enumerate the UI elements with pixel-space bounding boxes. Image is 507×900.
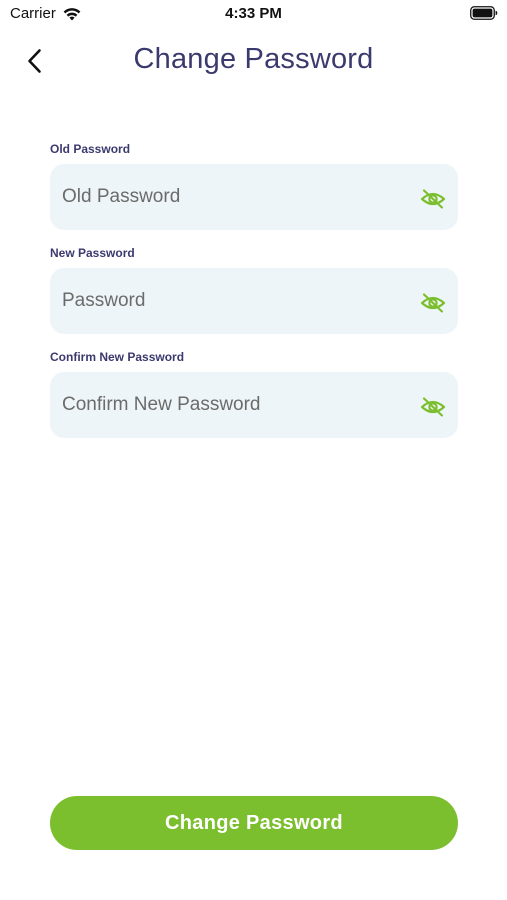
eye-off-icon[interactable]: [420, 396, 446, 418]
confirm-password-label: Confirm New Password: [50, 350, 185, 364]
new-password-group: New Password: [50, 246, 458, 334]
new-password-input[interactable]: [50, 268, 458, 334]
new-password-field-box: [50, 268, 458, 334]
old-password-input[interactable]: [50, 164, 458, 230]
change-password-form: Old Password New Password Confirm New Pa…: [50, 142, 458, 454]
new-password-label: New Password: [50, 246, 135, 260]
confirm-password-group: Confirm New Password: [50, 350, 458, 438]
page-title: Change Password: [133, 43, 374, 75]
status-time: 4:33 PM: [225, 5, 282, 22]
change-password-button[interactable]: Change Password: [50, 796, 458, 850]
old-password-group: Old Password: [50, 142, 458, 230]
status-bar: Carrier 4:33 PM: [0, 0, 507, 28]
eye-off-icon[interactable]: [420, 188, 446, 210]
old-password-label: Old Password: [50, 142, 131, 156]
eye-off-icon[interactable]: [420, 292, 446, 314]
battery-icon: [470, 6, 498, 20]
old-password-field-box: [50, 164, 458, 230]
confirm-password-field-box: [50, 372, 458, 438]
header: Change Password: [0, 38, 507, 84]
confirm-password-input[interactable]: [50, 372, 458, 438]
